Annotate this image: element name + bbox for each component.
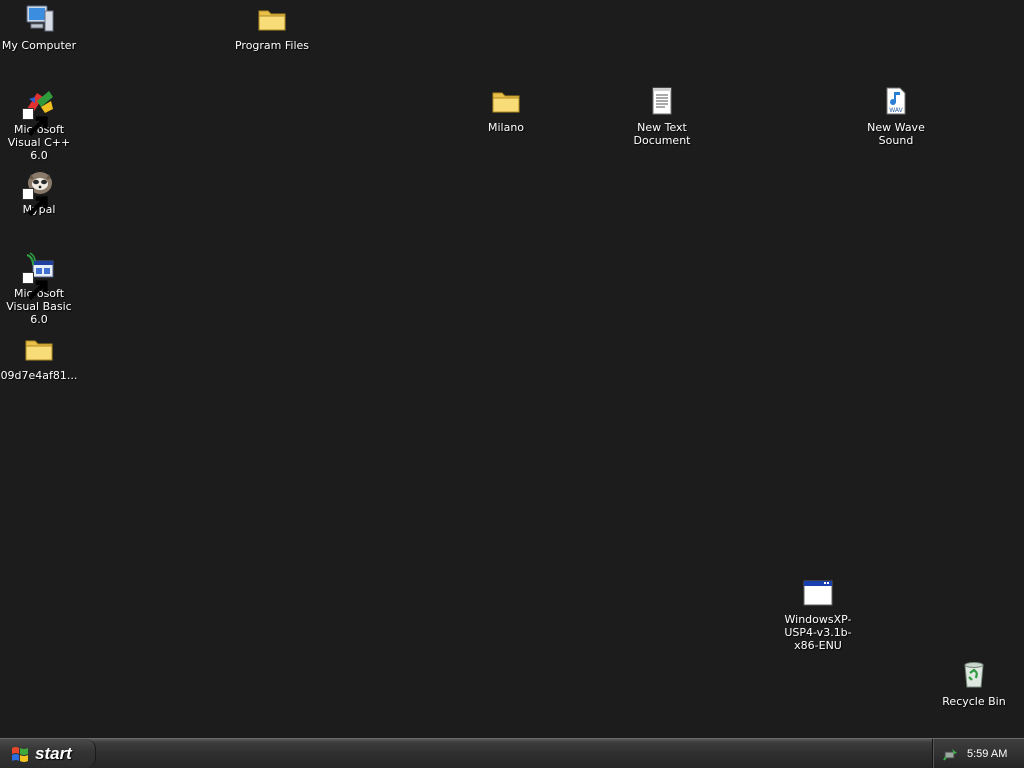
text-document-icon xyxy=(645,84,679,118)
icon-label: New Wave Sound xyxy=(867,121,925,147)
recycle-bin-icon xyxy=(957,658,991,692)
visual-cpp-icon xyxy=(22,86,56,137)
application-window-icon xyxy=(801,576,835,610)
start-label: start xyxy=(35,743,72,763)
clock[interactable]: 5:59 AM xyxy=(967,748,1007,760)
desktop-icon-milano[interactable]: Milano xyxy=(467,84,545,134)
system-tray: 5:59 AM xyxy=(932,739,1024,768)
shortcut-arrow-icon xyxy=(22,108,48,137)
icon-label: Milano xyxy=(487,121,525,134)
taskbar: start 5:59 AM xyxy=(0,738,1024,768)
desktop-icon-visual-cpp[interactable]: Microsoft Visual C++ 6.0 xyxy=(0,86,78,162)
desktop-icon-folder-09d7e4af81[interactable]: 09d7e4af81... xyxy=(0,332,78,382)
wav-file-icon: WAV xyxy=(879,84,913,118)
windows-logo-icon xyxy=(12,746,28,762)
folder-icon xyxy=(255,2,289,36)
desktop: My Computer Program Files Microsoft Visu… xyxy=(0,0,1024,738)
visual-basic-icon xyxy=(22,250,56,301)
desktop-icon-program-files[interactable]: Program Files xyxy=(233,2,311,52)
shortcut-arrow-icon xyxy=(22,188,48,217)
icon-label: New Text Document xyxy=(633,121,691,147)
safely-remove-hardware-icon[interactable] xyxy=(943,746,959,762)
desktop-icon-my-computer[interactable]: My Computer xyxy=(0,2,78,52)
desktop-icon-mypal[interactable]: Mypal xyxy=(0,166,78,217)
mypal-browser-icon xyxy=(22,166,56,217)
icon-label: Recycle Bin xyxy=(942,695,1006,708)
shortcut-arrow-icon xyxy=(22,272,48,301)
icon-label: My Computer xyxy=(1,39,77,52)
svg-text:WAV: WAV xyxy=(889,107,903,114)
desktop-icon-windowsxp-usp4[interactable]: WindowsXP-USP4-v3.1b-x86-ENU xyxy=(779,576,857,652)
icon-label: Program Files xyxy=(234,39,310,52)
desktop-icon-new-text-document[interactable]: New Text Document xyxy=(623,84,701,147)
folder-icon xyxy=(22,332,56,366)
desktop-icon-visual-basic[interactable]: Microsoft Visual Basic 6.0 xyxy=(0,250,78,326)
my-computer-icon xyxy=(22,2,56,36)
folder-icon xyxy=(489,84,523,118)
icon-label: WindowsXP-USP4-v3.1b-x86-ENU xyxy=(784,613,852,652)
start-button[interactable]: start xyxy=(0,739,96,768)
desktop-icon-new-wave-sound[interactable]: WAV New Wave Sound xyxy=(857,84,935,147)
desktop-icon-recycle-bin[interactable]: Recycle Bin xyxy=(935,658,1013,708)
icon-label: 09d7e4af81... xyxy=(0,369,78,382)
